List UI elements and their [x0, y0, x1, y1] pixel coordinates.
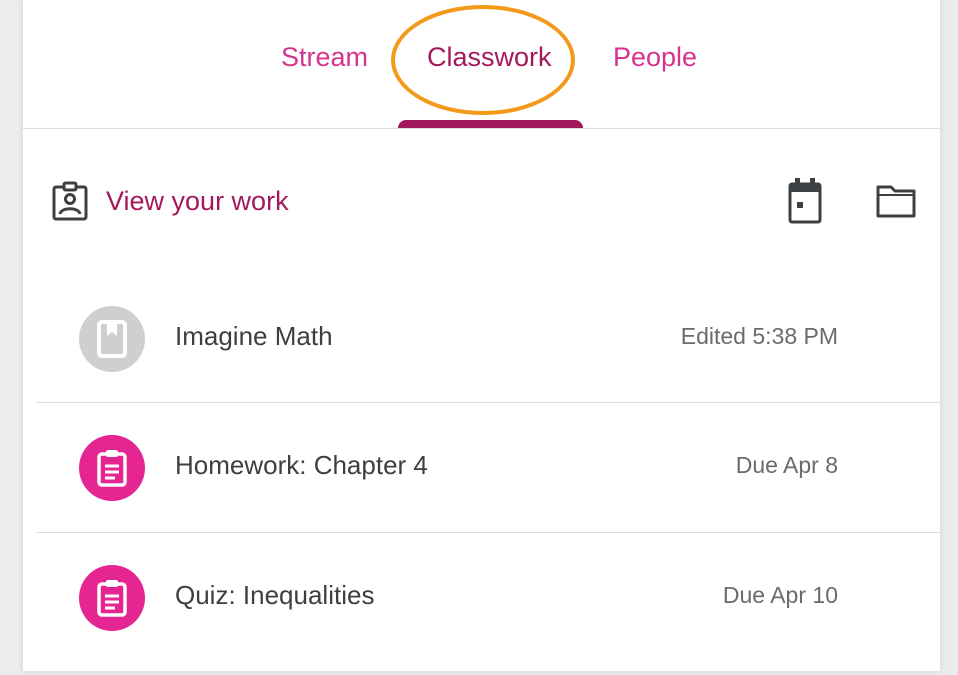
tab-people[interactable]: People	[613, 42, 697, 73]
item-title: Quiz: Inequalities	[175, 580, 375, 610]
assignment-icon-circle	[79, 435, 145, 501]
tab-bar: Stream Classwork People	[23, 0, 940, 129]
active-tab-indicator	[398, 120, 583, 128]
tab-classwork[interactable]: Classwork	[427, 42, 552, 73]
item-meta: Due Apr 10	[722, 582, 838, 608]
tab-stream[interactable]: Stream	[281, 42, 368, 73]
item-title: Homework: Chapter 4	[175, 450, 428, 480]
list-item[interactable]: Imagine Math Edited 5:38 PM	[36, 274, 940, 402]
assignment-icon	[97, 580, 127, 617]
assignment-icon	[97, 450, 127, 487]
list-item[interactable]: Quiz: Inequalities Due Apr 10	[36, 532, 940, 661]
folder-icon[interactable]	[876, 184, 916, 218]
item-meta: Edited 5:38 PM	[680, 323, 838, 349]
list-item[interactable]: Homework: Chapter 4 Due Apr 8	[36, 402, 940, 531]
view-your-work-label: View your work	[106, 185, 289, 216]
classwork-toolbar: View your work	[23, 168, 940, 238]
item-title: Imagine Math	[175, 321, 333, 351]
assignment-icon-circle	[79, 565, 145, 631]
calendar-icon[interactable]	[787, 178, 823, 224]
classroom-card: Stream Classwork People View your work I…	[23, 0, 940, 671]
view-your-work-link[interactable]: View your work	[51, 180, 289, 222]
assignment-ind-icon	[52, 181, 88, 221]
item-meta: Due Apr 8	[735, 452, 838, 478]
material-icon-circle	[79, 306, 145, 372]
material-icon	[97, 320, 127, 358]
